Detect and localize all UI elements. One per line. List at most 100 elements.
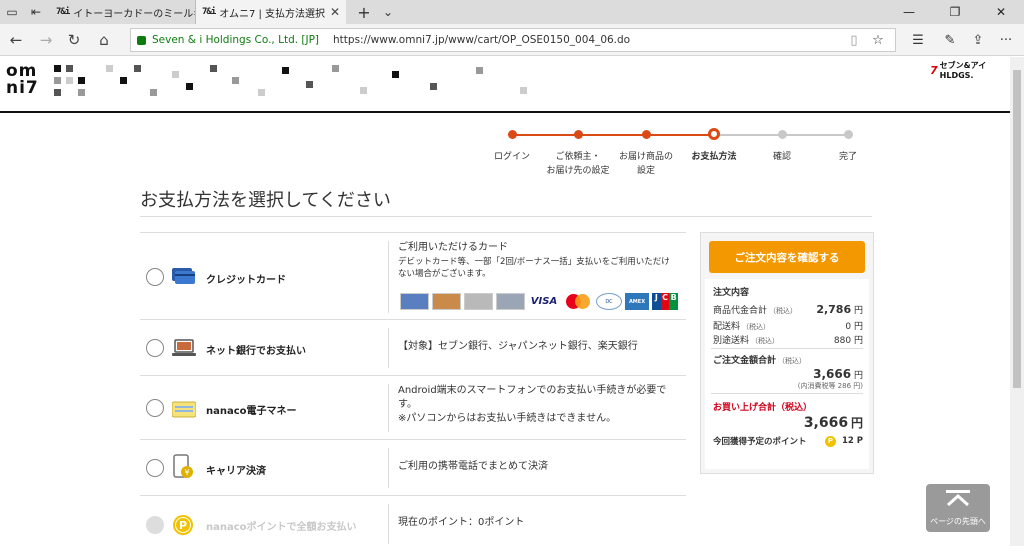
restore-icon[interactable]: ❐ <box>932 0 978 24</box>
browser-tab-bar: ▭ ⇤ 7&i イトーヨーカドーのミールキット | イ 7&i オムニ7 | 支… <box>0 0 1024 24</box>
payment-option-credit-card[interactable]: クレジットカード ご利用いただけるカード デビットカード等、一部「2回/ボーナス… <box>140 232 686 320</box>
column-divider <box>388 504 389 544</box>
shipping-value: 0 <box>845 322 852 332</box>
tax-note-row: (内消費税等 286 円) <box>713 381 863 391</box>
share-icon[interactable]: ⇪ <box>966 28 990 52</box>
scrollbar-thumb[interactable] <box>1013 70 1021 388</box>
url-text[interactable]: https://www.omni7.jp/www/cart/OP_OSE0150… <box>333 34 630 46</box>
header-dot <box>306 81 313 88</box>
summary-divider <box>711 393 863 394</box>
subtotal-unit: 円 <box>853 306 863 316</box>
purchase-total-unit: 円 <box>850 416 863 430</box>
shipping-unit: 円 <box>853 322 863 332</box>
order-total-value-row: 3,666 円 <box>713 367 863 381</box>
summary-row-subtotal: 商品代金合計 （税込） 2,786 円 <box>713 303 863 316</box>
home-icon[interactable]: ⌂ <box>92 28 116 52</box>
stepper-connector <box>578 134 646 136</box>
points-label: 今回獲得予定のポイント <box>713 437 807 447</box>
mastercard-logo <box>563 293 593 310</box>
header-dot <box>66 77 73 84</box>
summary-divider <box>711 348 863 349</box>
summary-row-shipping: 配送料 （税込） 0 円 <box>713 319 863 332</box>
browser-tab-2-active[interactable]: 7&i オムニ7 | 支払方法選択 ✕ <box>196 0 346 24</box>
web-note-icon[interactable]: ✎ <box>938 28 962 52</box>
step-dot <box>844 130 853 139</box>
subtotal-note: （税込） <box>769 307 798 315</box>
tab-list-chevron-icon[interactable]: ⌄ <box>376 0 400 24</box>
card-image-3 <box>464 293 493 310</box>
nanaco-points-desc: 現在のポイント：0ポイント <box>398 517 525 528</box>
forward-icon[interactable]: → <box>34 28 58 52</box>
confirm-order-button[interactable]: ご注文内容を確認する <box>709 241 865 273</box>
shipping-note: （税込） <box>742 323 771 331</box>
page-title: お支払方法を選択してください <box>140 190 391 211</box>
point-coin-small-icon: P <box>824 435 836 447</box>
header-dot <box>78 77 85 84</box>
radio-carrier[interactable] <box>146 459 164 477</box>
close-tab-icon[interactable]: ✕ <box>330 5 340 19</box>
more-menu-icon[interactable]: ··· <box>994 28 1018 52</box>
payment-option-net-bank[interactable]: ネット銀行でお支払い 【対象】セブン銀行、ジャパンネット銀行、楽天銀行 <box>140 320 686 376</box>
stepper-connector <box>782 134 848 136</box>
summary-row-extra-shipping: 別途送料 （税込） 880 円 <box>713 333 863 346</box>
step-label: ログイン <box>493 152 530 162</box>
favorites-hub-icon[interactable]: ☰ <box>906 28 930 52</box>
title-divider <box>140 216 872 217</box>
nanaco-desc: Android端末のスマートフォンでのお支払い手続きが必要です。 ※パソコンから… <box>398 385 667 424</box>
browser-tab-1[interactable]: 7&i イトーヨーカドーのミールキット | イ <box>50 0 196 24</box>
back-to-top-button[interactable]: ページの先頭へ <box>926 484 990 532</box>
url-field[interactable]: Seven & i Holdings Co., Ltd. [JP] https:… <box>130 28 896 52</box>
header-dot <box>232 77 239 84</box>
net-bank-label: ネット銀行でお支払い <box>206 346 306 357</box>
order-total-unit: 円 <box>853 371 863 381</box>
header-dot <box>172 71 179 78</box>
shipping-label: 配送料 <box>713 322 741 332</box>
payment-option-nanaco-points: P nanacoポイントで全額お支払い 現在のポイント：0ポイント <box>140 496 686 552</box>
new-tab-icon[interactable]: + <box>352 0 376 24</box>
site-identity-label: Seven & i Holdings Co., Ltd. [JP] <box>152 34 320 46</box>
radio-nanaco-points-disabled <box>146 516 164 534</box>
purchase-total-value-row: 3,666 円 <box>713 414 863 431</box>
payment-option-nanaco[interactable]: nanaco電子マネー Android端末のスマートフォンでのお支払い手続きが必… <box>140 376 686 440</box>
payment-option-carrier[interactable]: ¥ キャリア決済 ご利用の携帯電話でまとめて決済 <box>140 440 686 496</box>
seven-and-i-logo[interactable]: 7 セブン&アイHLDGS. <box>930 60 1010 80</box>
card-image-4 <box>496 293 525 310</box>
close-window-icon[interactable]: ✕ <box>978 0 1024 24</box>
seven-logo-text: セブン&アイHLDGS. <box>939 61 987 80</box>
stepper-connector <box>714 134 782 136</box>
step-label: 確認 <box>772 152 791 162</box>
minimize-icon[interactable]: — <box>886 0 932 24</box>
browser-address-bar: ← → ↻ ⌂ Seven & i Holdings Co., Ltd. [JP… <box>0 24 1024 56</box>
extra-shipping-value: 880 <box>833 336 852 346</box>
favorite-star-icon[interactable]: ☆ <box>866 28 890 52</box>
tab-manager-icon[interactable]: ▭ <box>0 0 24 24</box>
header-dot <box>258 89 265 96</box>
step-label: お届け商品の 設定 <box>618 152 673 176</box>
laptop-icon <box>172 339 196 356</box>
seven-logo-mark: 7 <box>930 63 938 77</box>
back-icon[interactable]: ← <box>4 28 28 52</box>
summary-heading: 注文内容 <box>713 285 863 298</box>
points-row: 今回獲得予定のポイント P 12 P <box>713 435 863 447</box>
credit-card-label: クレジットカード <box>206 275 286 286</box>
nanaco-points-label: nanacoポイントで全額お支払い <box>206 522 357 533</box>
step-dot <box>574 130 583 139</box>
radio-credit-card[interactable] <box>146 268 164 286</box>
header-dot <box>360 87 367 94</box>
set-aside-tabs-icon[interactable]: ⇤ <box>24 0 48 24</box>
omni7-logo[interactable]: om ni7 <box>6 63 46 103</box>
credit-card-desc-note: デビットカード等、一部「2回/ボーナス一括」支払いをご利用いただけない場合がござ… <box>398 257 670 279</box>
radio-nanaco[interactable] <box>146 399 164 417</box>
radio-net-bank[interactable] <box>146 339 164 357</box>
site-identity[interactable]: Seven & i Holdings Co., Ltd. [JP] <box>137 34 319 46</box>
order-summary-panel: ご注文内容を確認する 注文内容 商品代金合計 （税込） 2,786 円 配送料 （税… <box>700 232 874 474</box>
refresh-icon[interactable]: ↻ <box>62 28 86 52</box>
order-total-label-row: ご注文金額合計 （税込） <box>713 353 863 366</box>
reading-view-icon[interactable]: ▯ <box>842 28 866 52</box>
svg-text:P: P <box>179 519 187 532</box>
chevron-up-icon <box>946 490 970 506</box>
logo-text-line2: ni7 <box>6 78 39 98</box>
header-dot <box>520 87 527 94</box>
tab-favicon: 7&i <box>202 7 216 17</box>
header-dot <box>476 67 483 74</box>
